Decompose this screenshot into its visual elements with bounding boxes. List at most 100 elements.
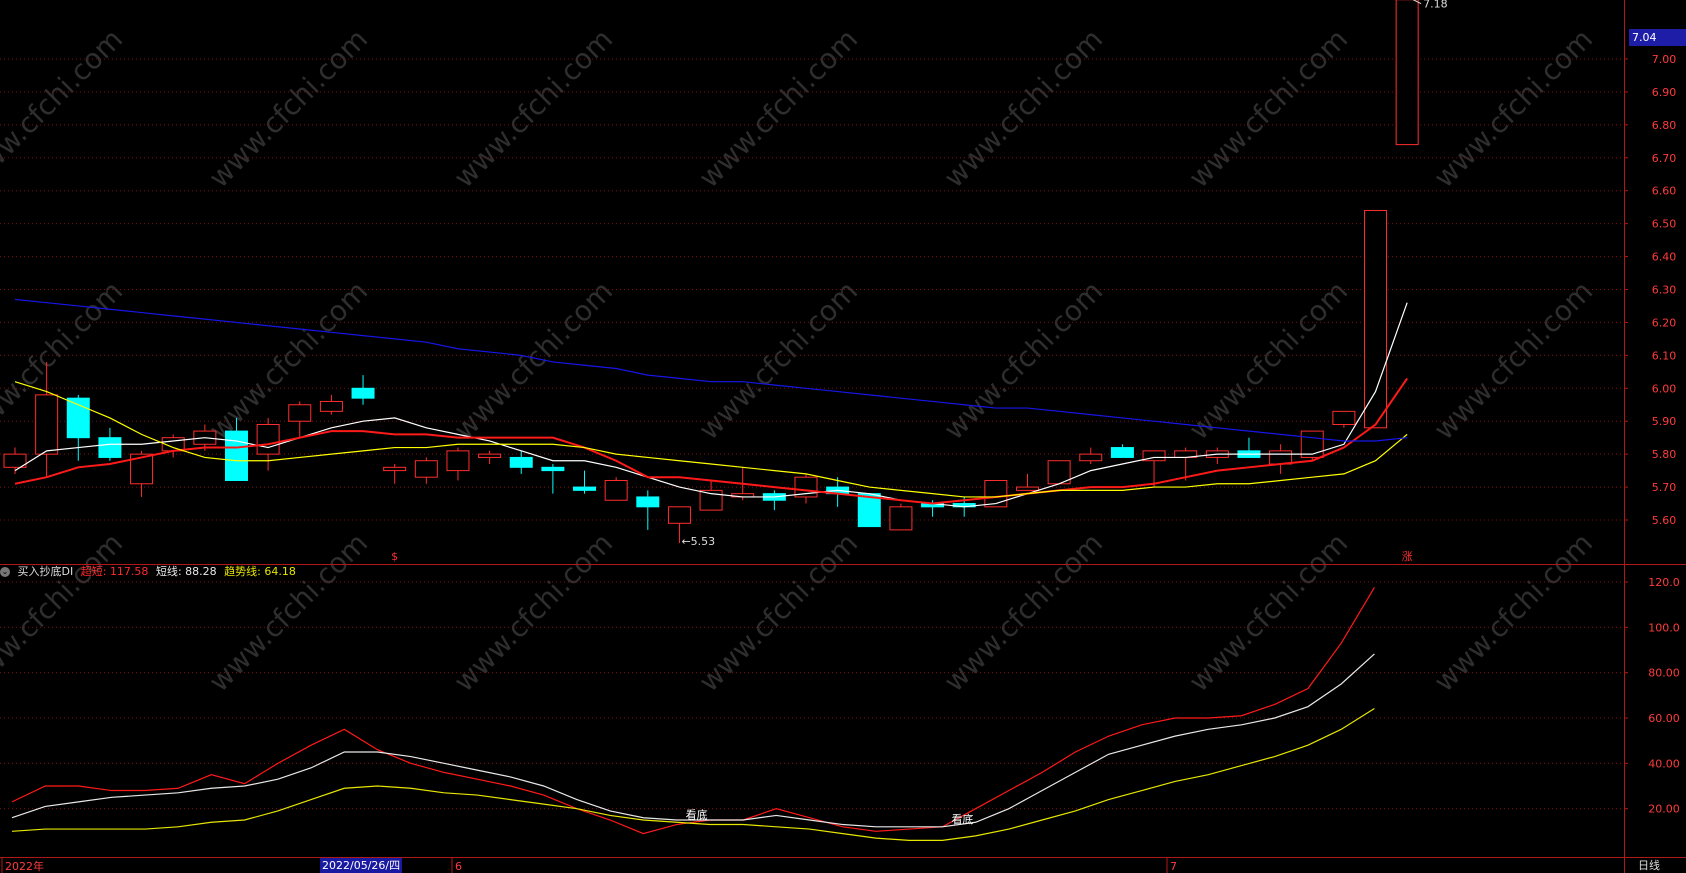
candle-body <box>1079 453 1103 462</box>
tick-labels: 7.00 6.90 6.80 6.70 6.60 6.50 6.40 6.30 6.20 6.10… <box>5 53 1680 873</box>
watermark-text: www.cfchi.com <box>447 274 619 446</box>
candle <box>1269 444 1293 474</box>
candle-body <box>509 456 533 468</box>
watermark-text: www.cfchi.com <box>692 22 864 194</box>
watermark-text: www.cfchi.com <box>937 526 1109 698</box>
current-price-badge: 7.04 <box>1629 29 1686 46</box>
candle-body <box>256 424 280 455</box>
watermark-text: www.cfchi.com <box>1182 22 1354 194</box>
price-tick-label: 6.90 <box>1652 86 1677 99</box>
price-tick-label: 6.40 <box>1652 251 1677 264</box>
legend-series-2-value: 88.28 <box>185 565 217 578</box>
signal-mark: 涨 <box>1402 550 1413 563</box>
watermark-text: www.cfchi.com <box>937 274 1109 446</box>
period-label[interactable]: 日线 <box>1638 858 1660 873</box>
candle-body <box>66 397 90 439</box>
price-tick-label: 6.20 <box>1652 316 1677 329</box>
indicator-name[interactable]: 买入抄底DI <box>18 565 74 578</box>
candle-body <box>1332 410 1356 426</box>
legend-series-3-value: 64.18 <box>264 565 296 578</box>
price-tick-label: 6.00 <box>1652 382 1677 395</box>
candle-body <box>573 486 597 491</box>
watermark-text: www.cfchi.com <box>0 22 129 194</box>
price-tick-label: 5.70 <box>1652 481 1677 494</box>
candle <box>1364 209 1388 429</box>
legend-series-1-name: 超短 <box>80 565 103 578</box>
candle-body <box>478 453 502 458</box>
indicator-tick-label: 120.0 <box>1648 576 1680 589</box>
indicator-legend: ⌄ 买入抄底DI 超短: 117.58 短线: 88.28 趋势线: 64.18 <box>0 565 296 578</box>
watermark-text: www.cfchi.com <box>692 526 864 698</box>
candle-body <box>541 466 565 472</box>
price-tick-label: 6.70 <box>1652 152 1677 165</box>
watermark-text: www.cfchi.com <box>692 274 864 446</box>
candle <box>288 401 312 438</box>
candle <box>319 394 343 415</box>
candle-body <box>1395 0 1419 146</box>
price-tick-label: 7.00 <box>1652 53 1677 66</box>
candle <box>636 490 660 530</box>
candle <box>573 470 597 494</box>
indicator-tick-label: 80.00 <box>1648 667 1680 680</box>
candle-body <box>351 387 375 399</box>
candle-body <box>446 450 470 472</box>
candle <box>984 479 1008 508</box>
x-tick-label: 6 <box>455 860 462 873</box>
candle-body <box>414 460 438 478</box>
watermark-text: www.cfchi.com <box>1182 274 1354 446</box>
price-tick-label: 6.60 <box>1652 185 1677 198</box>
candle-body <box>667 506 691 524</box>
legend-series-2-name: 短线 <box>155 565 178 578</box>
candle <box>478 450 502 465</box>
candle-body <box>98 437 122 458</box>
candle <box>383 464 407 484</box>
candle-body <box>288 404 312 422</box>
price-tick-label: 6.50 <box>1652 218 1677 231</box>
candle <box>889 503 913 531</box>
watermark-text: www.cfchi.com <box>1427 526 1599 698</box>
watermark-layer: www.cfchi.com www.cfchi.com www.cfchi.com w… <box>0 22 1599 698</box>
x-tick-label: 7 <box>1170 860 1177 873</box>
cursor-date-badge: 2022/05/26/四 <box>320 858 403 873</box>
indicator-tick-label: 40.00 <box>1648 757 1680 770</box>
price-tick-label: 5.90 <box>1652 415 1677 428</box>
indicator-line <box>11 587 1375 835</box>
watermark-text: www.cfchi.com <box>202 22 374 194</box>
price-tick-label: 5.80 <box>1652 448 1677 461</box>
candle-body <box>636 496 660 508</box>
candle-body <box>383 466 407 472</box>
candle-body <box>1015 486 1039 491</box>
high-price-label: 7.18 <box>1423 0 1448 11</box>
candle <box>351 375 375 405</box>
legend-series-3-name: 趋势线 <box>224 565 258 578</box>
watermark-text: www.cfchi.com <box>447 526 619 698</box>
price-tick-label: 6.30 <box>1652 284 1677 297</box>
x-tick-label: 2022年 <box>5 859 44 873</box>
indicator-series: 看底 看底 <box>11 587 1375 842</box>
collapse-icon[interactable]: ⌄ <box>0 567 10 577</box>
candle <box>414 457 438 484</box>
candle <box>762 490 786 511</box>
candle-body <box>1300 430 1324 458</box>
stock-chart[interactable]: www.cfchi.com www.cfchi.com www.cfchi.com w… <box>0 0 1686 873</box>
signal-mark: $ <box>391 550 398 563</box>
candle <box>446 447 470 481</box>
price-tick-label: 5.60 <box>1652 514 1677 527</box>
watermark-text: www.cfchi.com <box>937 22 1109 194</box>
watermark-text: www.cfchi.com <box>1427 22 1599 194</box>
candle-body <box>1269 450 1293 465</box>
candle <box>1332 410 1356 428</box>
indicator-tick-label: 60.00 <box>1648 712 1680 725</box>
indicator-annotation: 看底 <box>686 807 708 821</box>
candle <box>1205 447 1229 465</box>
candle <box>1079 447 1103 465</box>
candle-body <box>604 479 628 501</box>
candle <box>1300 430 1324 461</box>
indicator-annotation: 看底 <box>951 812 973 826</box>
watermark-text: www.cfchi.com <box>447 22 619 194</box>
legend-series-1-value: 117.58 <box>109 565 149 578</box>
candle <box>1015 473 1039 491</box>
candle-body <box>224 430 248 481</box>
candle <box>699 480 723 511</box>
watermark-text: www.cfchi.com <box>1427 274 1599 446</box>
